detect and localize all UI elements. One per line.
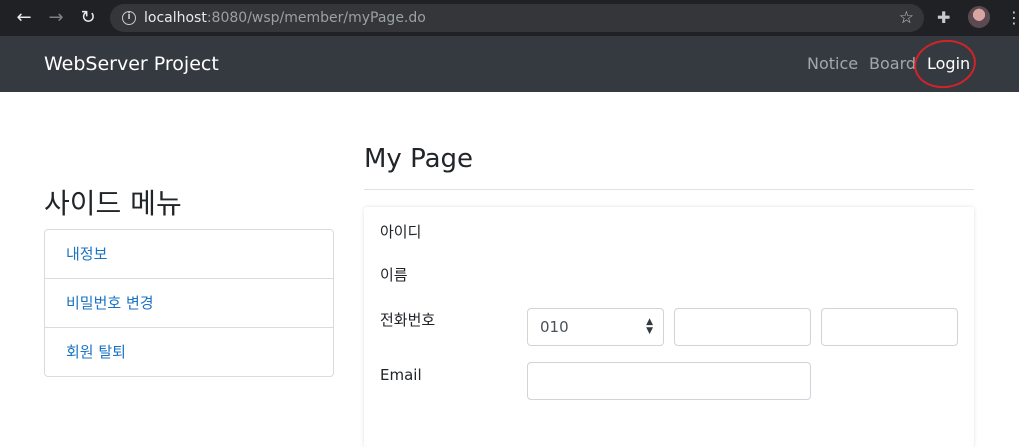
url-path: :8080/wsp/member/myPage.do: [206, 10, 426, 26]
reload-icon[interactable]: ↻: [76, 6, 100, 30]
star-icon[interactable]: ☆: [899, 7, 914, 29]
url-host: localhost: [144, 10, 207, 26]
profile-icon[interactable]: [968, 6, 990, 28]
sidebar-title: 사이드 메뉴: [44, 187, 182, 220]
address-bar[interactable]: i localhost:8080/wsp/member/myPage.do ☆: [110, 4, 924, 32]
annotation-circle: [910, 35, 980, 93]
select-arrows-icon: ▲ ▼: [646, 317, 653, 336]
email-input[interactable]: [527, 362, 811, 400]
sidebar-menu: 내정보 비밀번호 변경 회원 탈퇴: [44, 229, 334, 377]
nav-link-board[interactable]: Board: [869, 54, 916, 74]
brand-link[interactable]: WebServer Project: [44, 52, 219, 76]
navbar: WebServer Project Notice Board Login: [0, 35, 1019, 93]
email-label: Email: [380, 366, 422, 384]
phone-prefix-value: 010: [540, 318, 569, 336]
sidebar-item-withdraw[interactable]: 회원 탈퇴: [45, 328, 333, 376]
nav-link-notice[interactable]: Notice: [807, 54, 858, 74]
forward-icon[interactable]: →: [44, 6, 68, 30]
phone-middle-input[interactable]: [674, 308, 811, 346]
browser-toolbar: ← → ↻ i localhost:8080/wsp/member/myPage…: [0, 0, 1019, 36]
phone-last-input[interactable]: [821, 308, 958, 346]
extensions-icon[interactable]: ✚: [937, 7, 950, 29]
url-text[interactable]: localhost:8080/wsp/member/myPage.do: [144, 9, 426, 27]
phone-prefix-select[interactable]: 010 ▲ ▼: [527, 308, 664, 346]
sidebar-item-change-password[interactable]: 비밀번호 변경: [45, 279, 333, 328]
phone-label: 전화번호: [380, 311, 436, 329]
name-label: 이름: [380, 266, 408, 284]
info-icon[interactable]: i: [122, 11, 136, 25]
menu-icon[interactable]: ⋮: [1006, 6, 1019, 30]
back-icon[interactable]: ←: [12, 6, 36, 30]
sidebar-item-my-info[interactable]: 내정보: [45, 230, 333, 279]
page-title: My Page: [364, 144, 474, 174]
id-label: 아이디: [380, 223, 422, 241]
divider: [364, 189, 974, 190]
